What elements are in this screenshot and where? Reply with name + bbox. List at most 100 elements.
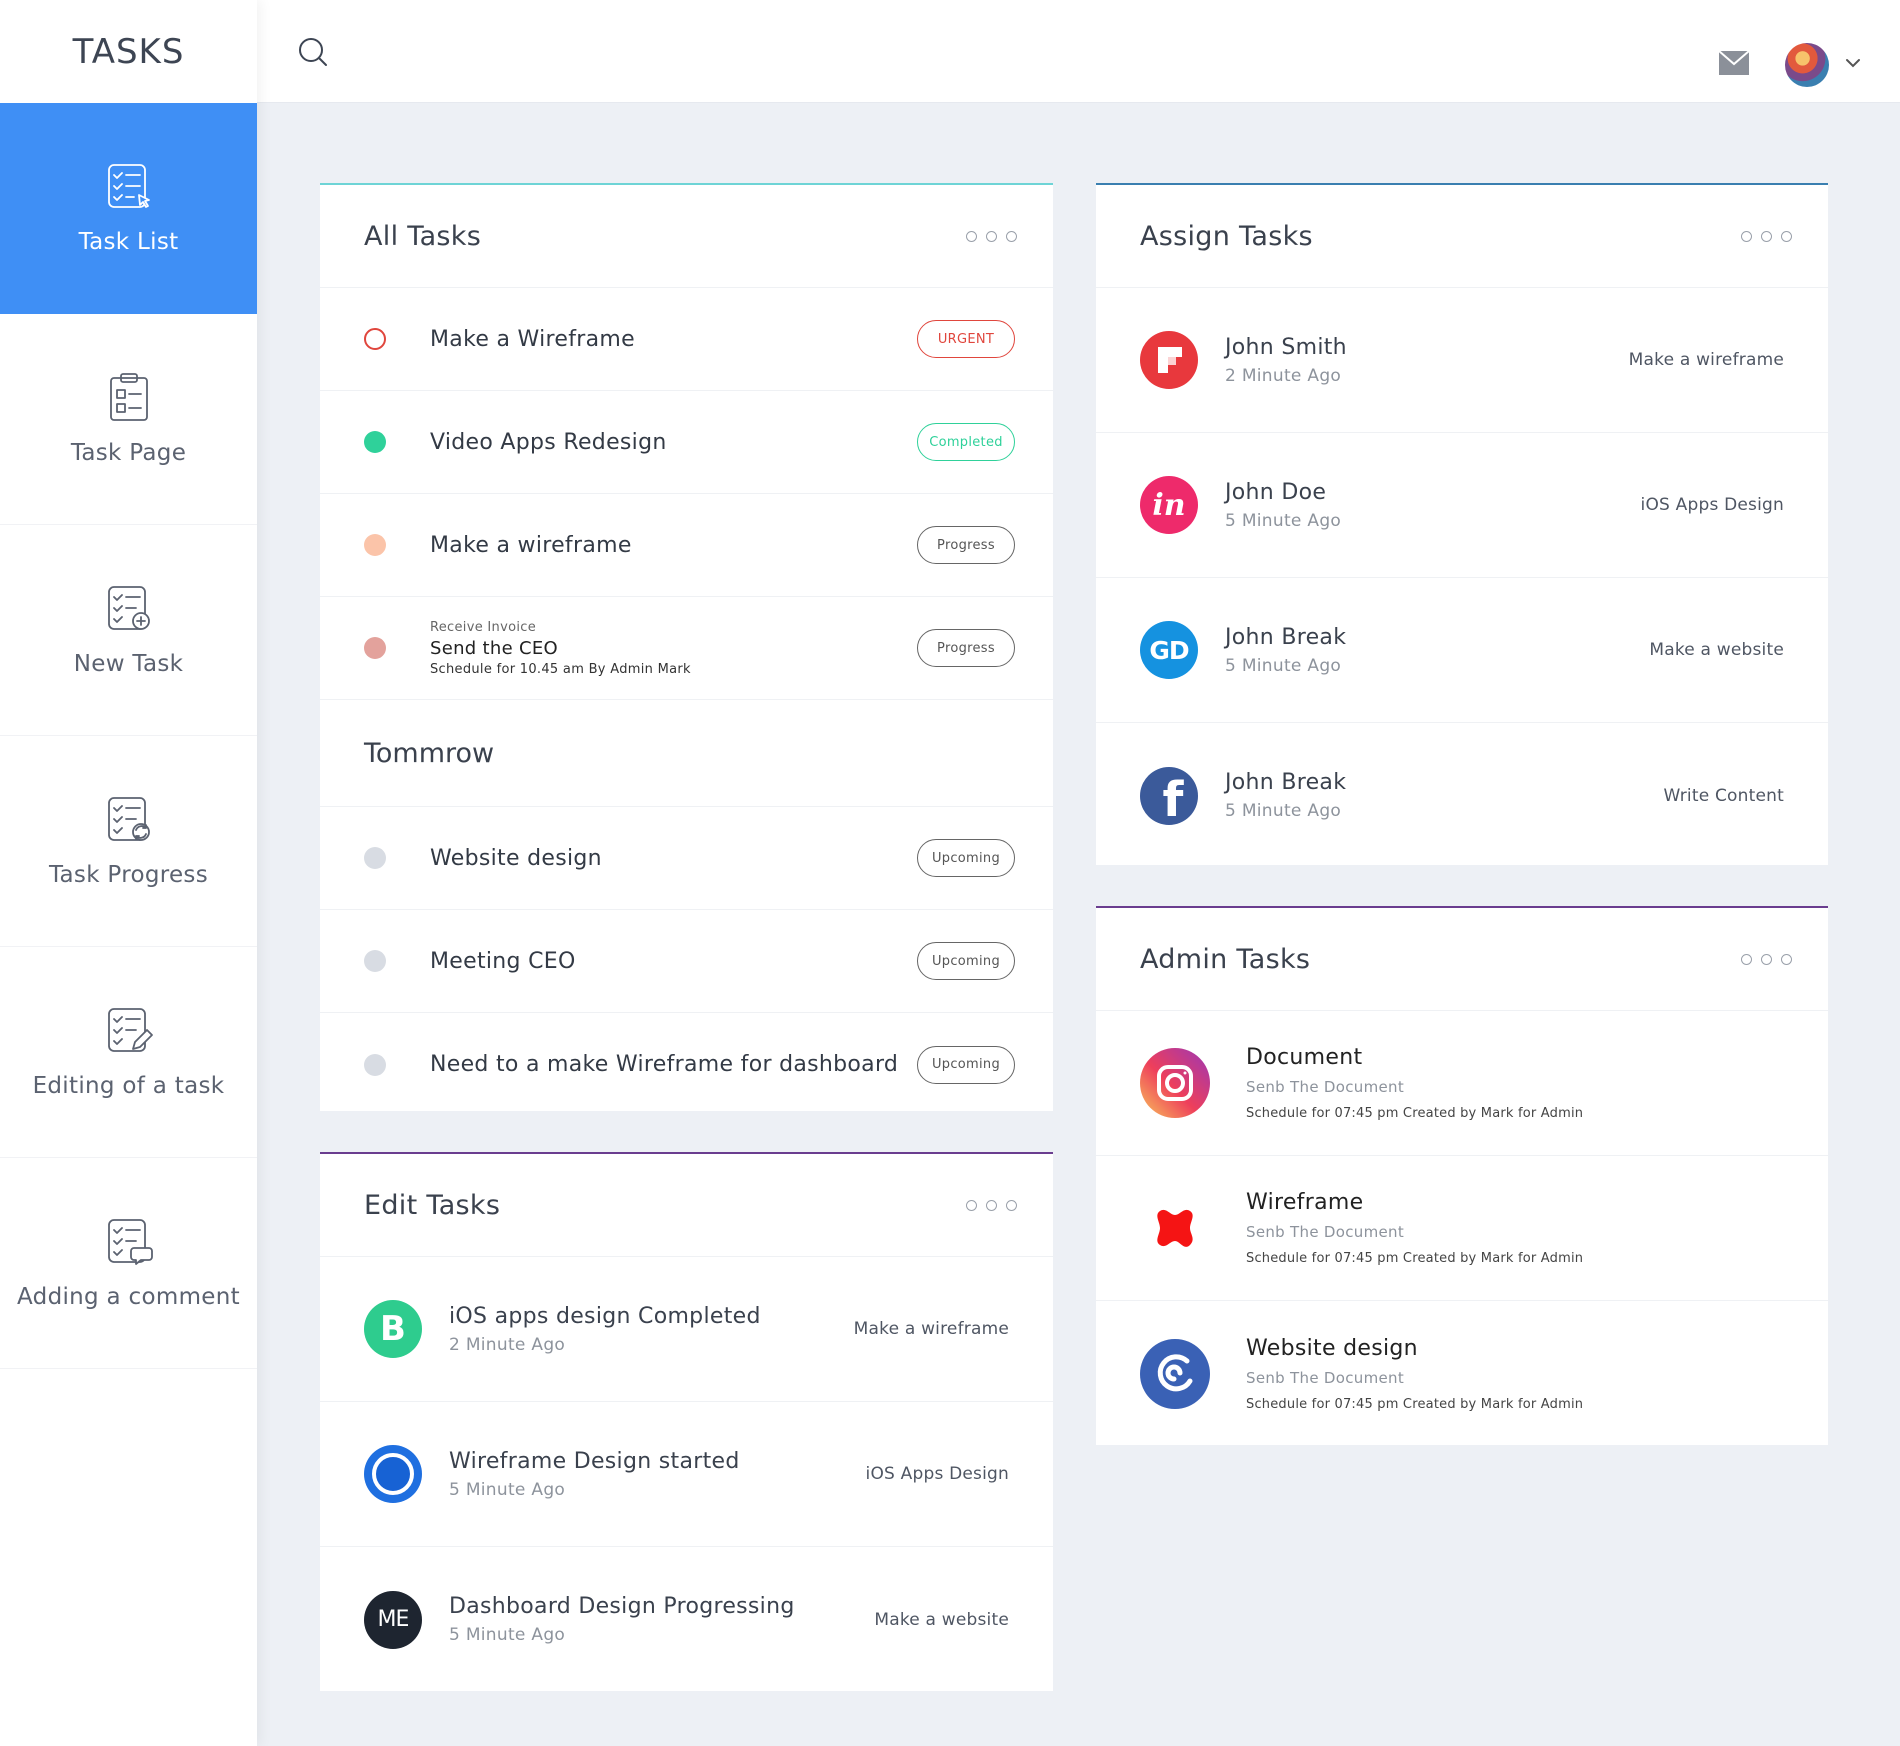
task-text: Video Apps Redesign xyxy=(430,429,667,455)
instagram-logo-icon xyxy=(1140,1048,1210,1118)
nav-label: Adding a comment xyxy=(17,1284,240,1310)
task-row[interactable]: Meeting CEO Upcoming xyxy=(320,910,1053,1013)
task-text: Make a wireframe xyxy=(430,532,632,558)
more-options-icon[interactable] xyxy=(966,230,1017,242)
item-texts: Document Senb The Document Schedule for … xyxy=(1246,1045,1784,1121)
comment-task-icon xyxy=(107,1219,153,1265)
status-dot-completed xyxy=(364,431,386,453)
red-x-logo-icon xyxy=(1140,1193,1210,1263)
person-name: John Break xyxy=(1225,624,1347,650)
more-options-icon[interactable] xyxy=(966,1199,1017,1211)
nav-label: Task List xyxy=(78,229,179,255)
mail-icon[interactable] xyxy=(1718,50,1750,76)
nav-item-task-list[interactable]: Task List xyxy=(0,103,257,314)
item-time: 2 Minute Ago xyxy=(1225,365,1342,386)
list-item[interactable]: B iOS apps design Completed 2 Minute Ago… xyxy=(320,1257,1053,1402)
list-item[interactable]: Wireframe Design started 5 Minute Ago iO… xyxy=(320,1402,1053,1547)
item-task: Make a website xyxy=(874,1609,1009,1630)
card-header: Assign Tasks xyxy=(1096,185,1828,288)
list-item[interactable]: Wireframe Senb The Document Schedule for… xyxy=(1096,1156,1828,1301)
item-time: 2 Minute Ago xyxy=(449,1334,566,1355)
top-header xyxy=(257,0,1900,103)
assign-tasks-card: Assign Tasks John Smith 2 Minute Ago Mak… xyxy=(1096,183,1828,865)
task-text: Need to a make Wireframe for dashboard xyxy=(430,1052,899,1077)
nav-label: Task Page xyxy=(70,440,187,466)
status-dot-upcoming xyxy=(364,1053,386,1076)
clipboard-icon xyxy=(109,373,148,421)
status-badge[interactable]: Upcoming xyxy=(917,942,1015,980)
task-pre-label: Receive Invoice xyxy=(430,619,537,635)
ring-logo-icon xyxy=(364,1445,422,1503)
item-time: 5 Minute Ago xyxy=(449,1479,566,1500)
list-item[interactable]: in John Doe 5 Minute Ago iOS Apps Design xyxy=(1096,433,1828,578)
edit-tasks-card: Edit Tasks B iOS apps design Completed 2… xyxy=(320,1152,1053,1691)
person-name: John Break xyxy=(1225,770,1347,795)
list-item[interactable]: GD John Break 5 Minute Ago Make a websit… xyxy=(1096,578,1828,723)
item-texts: Website design Senb The Document Schedul… xyxy=(1246,1336,1784,1412)
task-text-block: Receive Invoice Send the CEO Schedule fo… xyxy=(430,620,917,677)
person-name: John Doe xyxy=(1225,479,1327,505)
logo-text: ME xyxy=(377,1607,410,1632)
card-header: Admin Tasks xyxy=(1096,908,1828,1011)
item-texts: John Break 5 Minute Ago xyxy=(1225,770,1664,821)
list-item[interactable]: Document Senb The Document Schedule for … xyxy=(1096,1011,1828,1156)
facebook-logo-icon: f xyxy=(1140,766,1198,825)
task-row[interactable]: Video Apps Redesign Completed xyxy=(320,391,1053,494)
item-time: 5 Minute Ago xyxy=(1225,510,1342,531)
item-title: iOS apps design Completed xyxy=(449,1303,761,1329)
nav-label: New Task xyxy=(73,651,184,677)
status-badge[interactable]: URGENT xyxy=(917,320,1015,358)
item-schedule: Schedule for 07:45 pm Created by Mark fo… xyxy=(1246,1106,1584,1121)
more-options-icon[interactable] xyxy=(1741,953,1792,965)
card-title: Assign Tasks xyxy=(1140,220,1313,252)
task-row[interactable]: Website design Upcoming xyxy=(320,807,1053,910)
list-item[interactable]: f John Break 5 Minute Ago Write Content xyxy=(1096,723,1828,868)
task-text: Website design xyxy=(430,845,602,871)
task-row[interactable]: Make a wireframe Progress xyxy=(320,494,1053,597)
nav-item-task-page[interactable]: Task Page xyxy=(0,314,257,525)
status-badge[interactable]: Upcoming xyxy=(917,1045,1015,1084)
status-badge[interactable]: Completed xyxy=(917,423,1015,461)
item-task: iOS Apps Design xyxy=(865,1464,1009,1484)
item-title: Wireframe xyxy=(1246,1190,1364,1215)
more-options-icon[interactable] xyxy=(1741,230,1792,242)
item-task: Write Content xyxy=(1663,785,1784,806)
card-title: Admin Tasks xyxy=(1140,943,1311,975)
admin-tasks-card: Admin Tasks Document Senb The Document S… xyxy=(1096,906,1828,1445)
task-list-icon xyxy=(107,164,150,208)
search-icon[interactable] xyxy=(297,36,329,68)
status-badge[interactable]: Upcoming xyxy=(917,839,1015,877)
status-badge[interactable]: Progress xyxy=(917,629,1015,667)
flipboard-logo-icon xyxy=(1140,331,1198,389)
card-title: Edit Tasks xyxy=(364,1189,501,1221)
task-row[interactable]: Make a Wireframe URGENT xyxy=(320,288,1053,391)
task-row[interactable]: Need to a make Wireframe for dashboard U… xyxy=(320,1013,1053,1116)
list-item[interactable]: Website design Senb The Document Schedul… xyxy=(1096,1301,1828,1446)
item-title: Dashboard Design Progressing xyxy=(449,1594,795,1619)
swirl-logo-icon xyxy=(1140,1338,1210,1409)
logo-text: in xyxy=(1152,487,1186,523)
nav-item-new-task[interactable]: New Task xyxy=(0,525,257,736)
status-dot-progress xyxy=(364,534,386,556)
nav-item-adding-comment[interactable]: Adding a comment xyxy=(0,1158,257,1369)
item-texts: Wireframe Design started 5 Minute Ago xyxy=(449,1449,866,1500)
status-dot-urgent xyxy=(364,328,386,350)
item-schedule: Schedule for 07:45 pm Created by Mark fo… xyxy=(1246,1251,1584,1266)
item-texts: John Smith 2 Minute Ago xyxy=(1225,335,1629,386)
item-texts: John Doe 5 Minute Ago xyxy=(1225,480,1641,531)
status-badge[interactable]: Progress xyxy=(917,526,1015,564)
list-item[interactable]: John Smith 2 Minute Ago Make a wireframe xyxy=(1096,288,1828,433)
item-title: Wireframe Design started xyxy=(449,1448,740,1474)
brand-title: TASKS xyxy=(72,31,185,72)
task-row[interactable]: Receive Invoice Send the CEO Schedule fo… xyxy=(320,597,1053,700)
avatar[interactable] xyxy=(1785,43,1829,87)
nav-item-editing-task[interactable]: Editing of a task xyxy=(0,947,257,1158)
item-task: Make a wireframe xyxy=(853,1319,1009,1339)
item-title: Website design xyxy=(1246,1335,1418,1361)
nav-item-task-progress[interactable]: Task Progress xyxy=(0,736,257,947)
list-item[interactable]: ME Dashboard Design Progressing 5 Minute… xyxy=(320,1547,1053,1692)
person-name: John Smith xyxy=(1225,334,1347,360)
chevron-down-icon[interactable] xyxy=(1845,57,1861,69)
sidebar: TASKS Task List Task Page New Task Task … xyxy=(0,0,257,1746)
card-header: Edit Tasks xyxy=(320,1154,1053,1257)
